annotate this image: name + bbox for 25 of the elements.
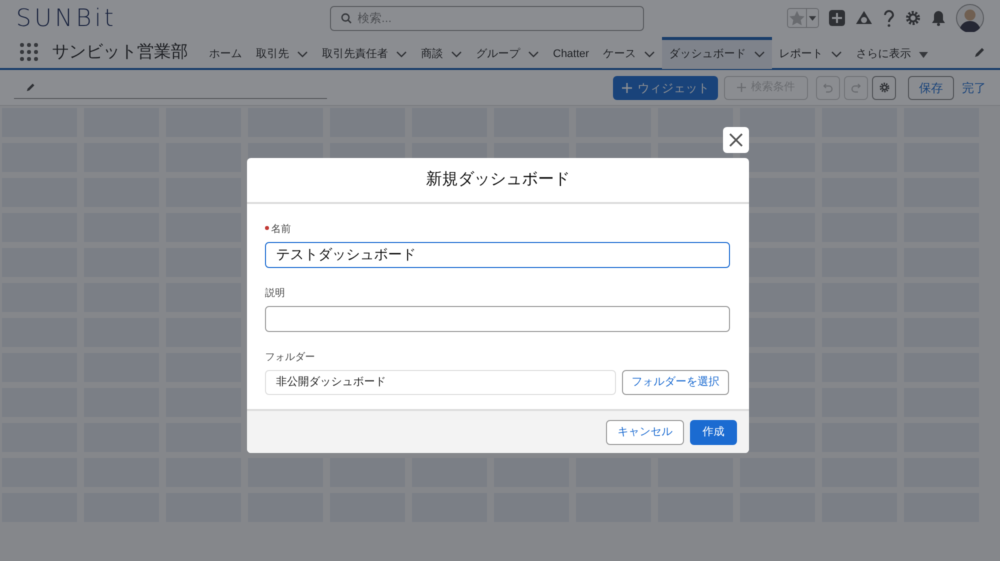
create-button[interactable]: 作成 <box>690 420 737 444</box>
field-label: 説明 <box>265 286 286 301</box>
field-label: フォルダー <box>265 351 316 365</box>
add-widget-button[interactable]: ウィジェット <box>613 76 718 100</box>
field-label: 名前 <box>271 223 291 237</box>
select-folder-button[interactable]: フォルダーを選択 <box>622 370 729 395</box>
nav-tab[interactable]: ケース <box>596 37 662 69</box>
save-button[interactable]: 保存 <box>908 76 954 100</box>
nav-tab[interactable]: ダッシュボード <box>662 37 772 69</box>
nav-tab[interactable]: Chatter <box>546 37 596 69</box>
search-field[interactable]: 検索... <box>330 6 644 30</box>
cancel-button[interactable]: キャンセル <box>606 420 684 444</box>
nav-tab[interactable]: ホーム <box>202 37 249 69</box>
app-name: サンビット営業部 <box>52 41 188 64</box>
done-link[interactable]: 完了 <box>962 78 986 96</box>
nav-tab[interactable]: さらに表示 <box>849 37 936 69</box>
logo: SUNBit <box>16 3 117 34</box>
nav-tab[interactable]: グループ <box>469 37 546 69</box>
nav-tab[interactable]: レポート <box>772 37 850 69</box>
nav-tab[interactable]: 取引先 <box>249 37 315 69</box>
name-field[interactable]: テストダッシュボード <box>265 242 730 268</box>
dialog-title: 新規ダッシュボード <box>426 170 570 190</box>
nav-tab[interactable]: 取引先責任者 <box>315 37 414 69</box>
folder-field: 非公開ダッシュボード <box>265 370 616 395</box>
nav-tab[interactable]: 商談 <box>414 37 469 69</box>
